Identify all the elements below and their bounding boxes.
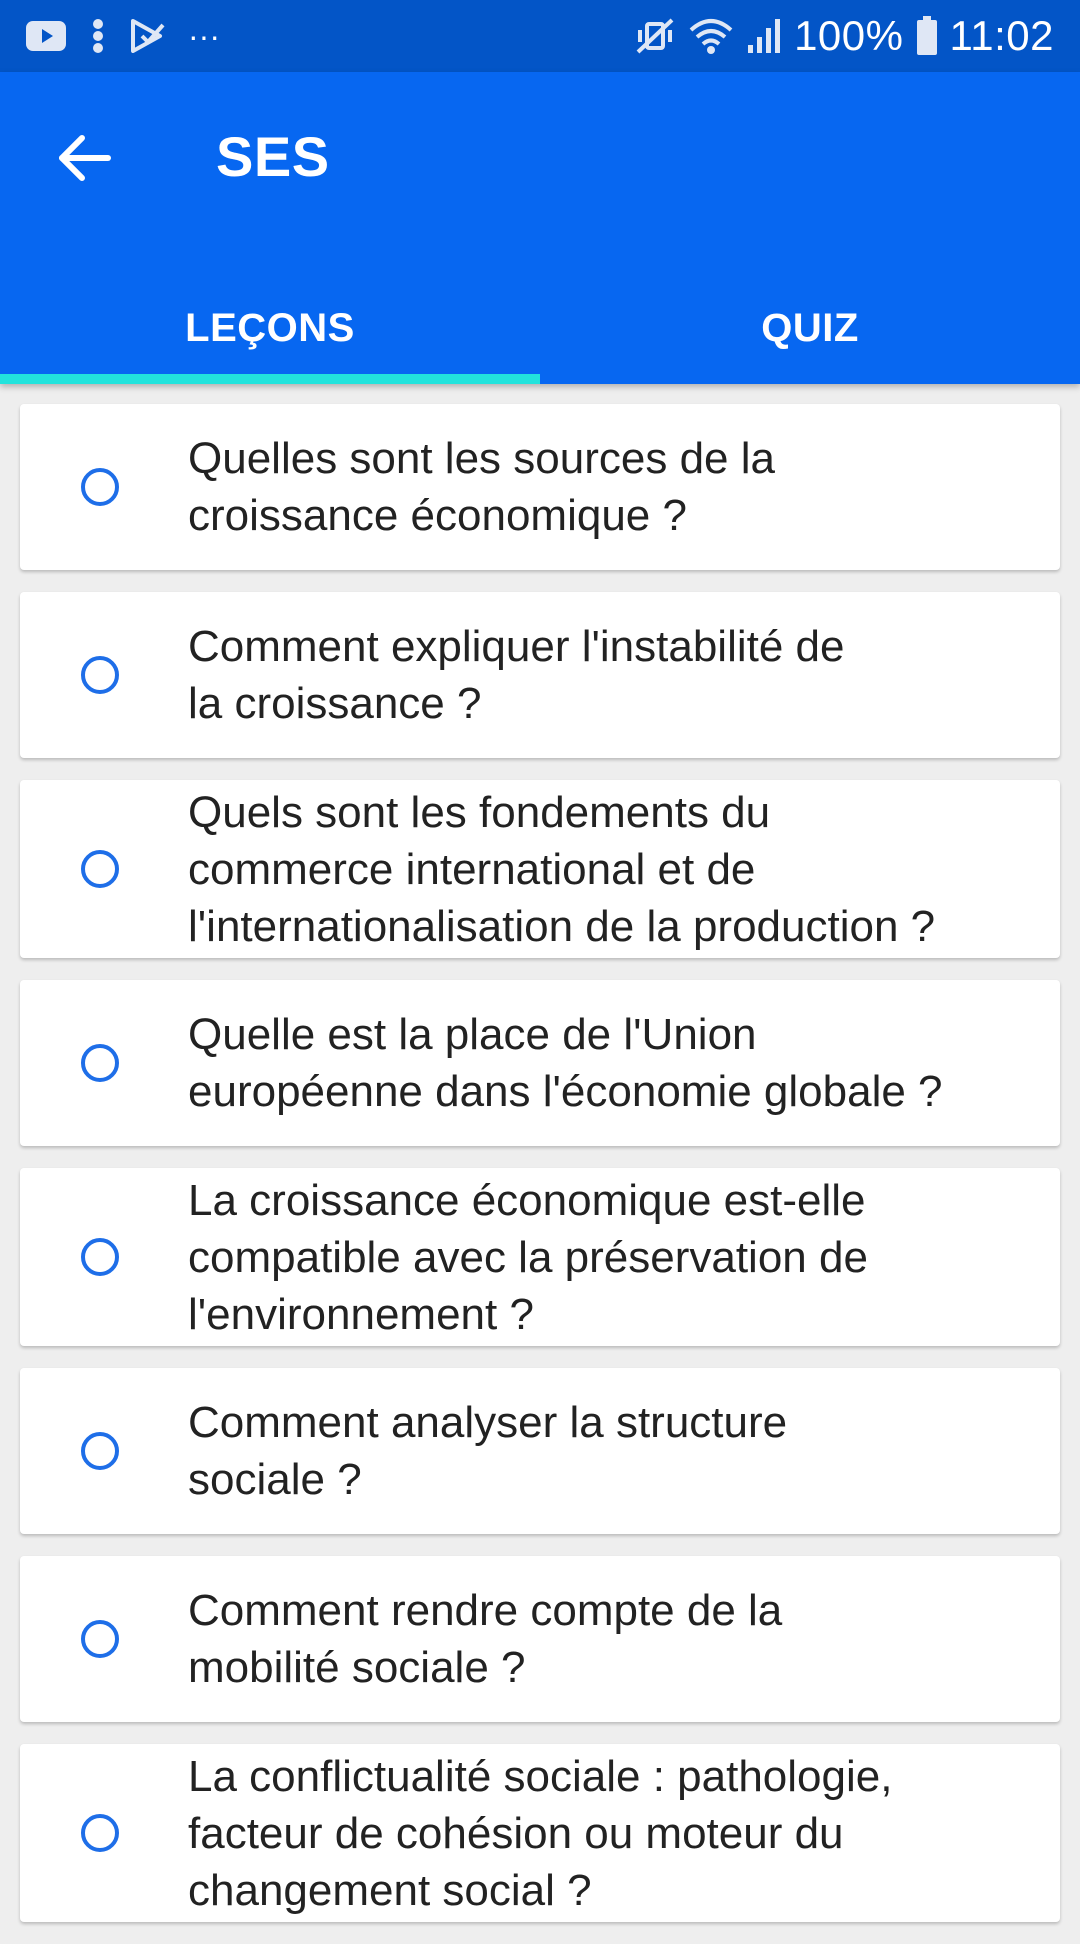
tab-active-indicator (0, 374, 540, 384)
play-store-icon (130, 19, 166, 53)
lesson-title: Comment rendre compte de la mobilité soc… (188, 1586, 783, 1692)
lesson-card[interactable]: Quelle est la place de l'Union européenn… (20, 980, 1060, 1146)
lesson-card[interactable]: Comment expliquer l'instabilité de la cr… (20, 592, 1060, 758)
vibrate-mute-icon (634, 16, 676, 56)
tab-quiz-label: QUIZ (761, 305, 859, 350)
lesson-title: La conflictualité sociale : pathologie, … (188, 1751, 893, 1915)
lesson-card[interactable]: La croissance économique est-elle compat… (20, 1168, 1060, 1346)
status-bar: ··· 100% 11:02 (0, 0, 1080, 72)
youtube-icon (26, 21, 66, 51)
radio-button[interactable] (81, 1044, 119, 1082)
wifi-icon (688, 16, 734, 56)
app-bar: SES LEÇONS QUIZ (0, 72, 1080, 384)
arrow-back-icon (56, 133, 112, 188)
more-notifications-icon: ··· (188, 17, 220, 54)
battery-icon (916, 16, 938, 56)
back-button[interactable] (38, 114, 130, 206)
radio-button[interactable] (81, 1432, 119, 1470)
lesson-card[interactable]: Comment analyser la structure sociale ? (20, 1368, 1060, 1534)
lesson-title: Quelle est la place de l'Union européenn… (188, 1010, 943, 1116)
lesson-card[interactable]: Comment rendre compte de la mobilité soc… (20, 1556, 1060, 1722)
battery-percent: 100% (794, 12, 904, 59)
lesson-card[interactable]: Quels sont les fondements du commerce in… (20, 780, 1060, 958)
lesson-title: Comment expliquer l'instabilité de la cr… (188, 622, 845, 728)
page-title: SES (216, 125, 330, 188)
lesson-title: Comment analyser la structure sociale ? (188, 1398, 788, 1504)
lesson-card[interactable]: Quelles sont les sources de la croissanc… (20, 404, 1060, 570)
tab-lecons[interactable]: LEÇONS (0, 272, 540, 384)
lesson-title: Quelles sont les sources de la croissanc… (188, 434, 775, 540)
status-bar-system: 100% 11:02 (634, 12, 1054, 60)
status-bar-notifications: ··· (26, 18, 220, 55)
radio-button[interactable] (81, 468, 119, 506)
radio-button[interactable] (81, 656, 119, 694)
tab-lecons-label: LEÇONS (185, 305, 355, 350)
radio-button[interactable] (81, 850, 119, 888)
radio-button[interactable] (81, 1620, 119, 1658)
lesson-title: La croissance économique est-elle compat… (188, 1175, 868, 1339)
clock: 11:02 (949, 12, 1054, 59)
lesson-list: Quelles sont les sources de la croissanc… (20, 404, 1060, 1944)
lesson-card[interactable]: La conflictualité sociale : pathologie, … (20, 1744, 1060, 1922)
lesson-title: Quels sont les fondements du commerce in… (188, 787, 936, 951)
signal-icon (746, 17, 782, 55)
tab-bar: LEÇONS QUIZ (0, 272, 1080, 384)
radio-button[interactable] (81, 1238, 119, 1276)
dots-app-icon (88, 18, 108, 54)
tab-quiz[interactable]: QUIZ (540, 272, 1080, 384)
radio-button[interactable] (81, 1814, 119, 1852)
